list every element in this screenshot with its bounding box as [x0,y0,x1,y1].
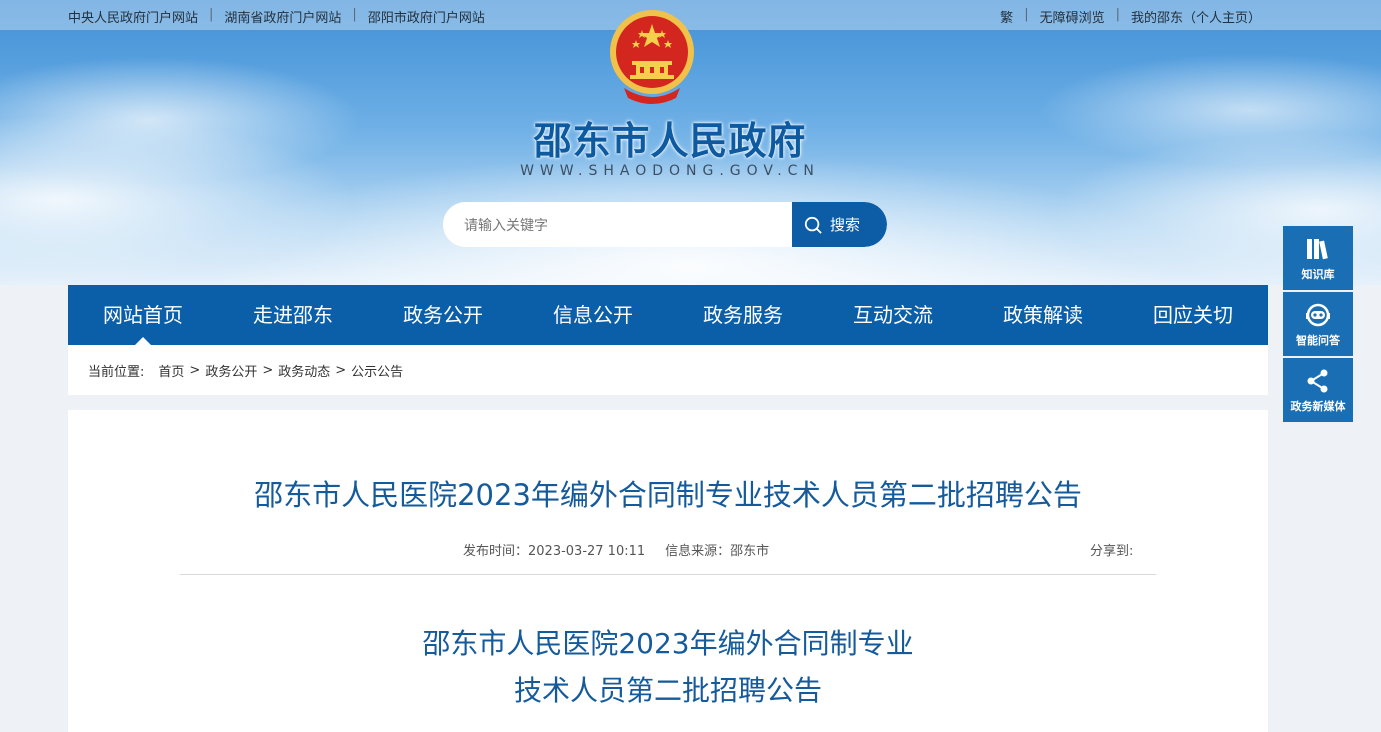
books-icon [1307,238,1328,259]
nav-home[interactable]: 网站首页 [68,285,218,345]
side-item-label: 知识库 [1301,267,1335,281]
site-url: WWW.SHAODONG.GOV.CN [520,163,820,179]
share-icon [1307,369,1328,392]
article-title: 邵东市人民医院2023年编外合同制专业技术人员第二批招聘公告 [254,478,1082,512]
divider [180,574,1156,575]
search-button-label: 搜索 [830,216,861,234]
side-new-media[interactable]: 政务新媒体 [1283,358,1353,422]
accessibility-link[interactable]: 无障碍浏览 [1040,7,1105,26]
header-banner: 中央人民政府门户网站 | 湖南省政府门户网站 | 邵阳市政府门户网站 繁 | 无… [0,0,1381,285]
separator: | [1024,7,1029,22]
nav-response[interactable]: 回应关切 [1118,285,1268,345]
side-item-label: 政务新媒体 [1290,399,1346,413]
side-smart-qa[interactable]: 智能问答 [1283,292,1353,356]
link-shaoyang-gov[interactable]: 邵阳市政府门户网站 [368,7,485,26]
publish-time: 发布时间：2023-03-27 10:11 [463,544,646,559]
nav-about[interactable]: 走进邵东 [218,285,368,345]
top-links-left: 中央人民政府门户网站 | 湖南省政府门户网站 | 邵阳市政府门户网站 [68,7,485,26]
breadcrumb-separator: > [262,362,274,378]
breadcrumb: 当前位置: 首页 > 政务公开 > 政务动态 > 公示公告 [68,345,1268,395]
site-title: 邵东市人民政府 [533,118,807,163]
nav-interaction[interactable]: 互动交流 [818,285,968,345]
traditional-chinese-link[interactable]: 繁 [1000,7,1013,26]
main-nav: 网站首页 走进邵东 政务公开 信息公开 政务服务 互动交流 政策解读 回应关切 [68,285,1268,345]
robot-icon [1306,303,1330,326]
breadcrumb-home[interactable]: 首页 [158,361,184,380]
separator: | [209,7,214,22]
breadcrumb-news[interactable]: 政务动态 [278,361,330,380]
article-subtitle: 邵东市人民医院2023年编外合同制专业 技术人员第二批招聘公告 [68,620,1268,714]
link-hunan-gov[interactable]: 湖南省政府门户网站 [224,7,341,26]
share-label: 分享到: [1090,544,1134,559]
link-central-gov[interactable]: 中央人民政府门户网站 [68,7,198,26]
article-subtitle-line1: 邵东市人民医院2023年编外合同制专业 [422,627,914,660]
breadcrumb-notices[interactable]: 公示公告 [351,361,403,380]
nav-gov-affairs[interactable]: 政务公开 [368,285,518,345]
search-button[interactable]: 搜索 [792,202,887,247]
personal-home-link[interactable]: 我的邵东（个人主页） [1131,7,1261,26]
breadcrumb-separator: > [189,362,201,378]
breadcrumb-label: 当前位置: [88,364,145,380]
article-subtitle-line2: 技术人员第二批招聘公告 [513,674,822,707]
national-emblem-icon [610,10,694,104]
separator: | [352,7,357,22]
nav-info-disclosure[interactable]: 信息公开 [518,285,668,345]
top-links-right: 繁 | 无障碍浏览 | 我的邵东（个人主页） [1000,7,1261,26]
article-panel: 邵东市人民医院2023年编外合同制专业技术人员第二批招聘公告 发布时间：2023… [68,410,1268,732]
nav-services[interactable]: 政务服务 [668,285,818,345]
search-bar: 搜索 [443,202,887,247]
info-source: 信息来源：邵东市 [665,544,770,559]
side-item-label: 智能问答 [1296,333,1340,347]
breadcrumb-separator: > [335,362,347,378]
nav-policy[interactable]: 政策解读 [968,285,1118,345]
side-knowledge-base[interactable]: 知识库 [1283,226,1353,290]
search-icon [804,216,822,234]
separator: | [1115,7,1120,22]
search-input[interactable] [443,202,796,247]
side-float-panel: 知识库 智能问答 政务新媒体 [1283,226,1353,424]
article-meta: 发布时间：2023-03-27 10:11 信息来源：邵东市 [463,540,769,559]
breadcrumb-gov-affairs[interactable]: 政务公开 [205,361,257,380]
